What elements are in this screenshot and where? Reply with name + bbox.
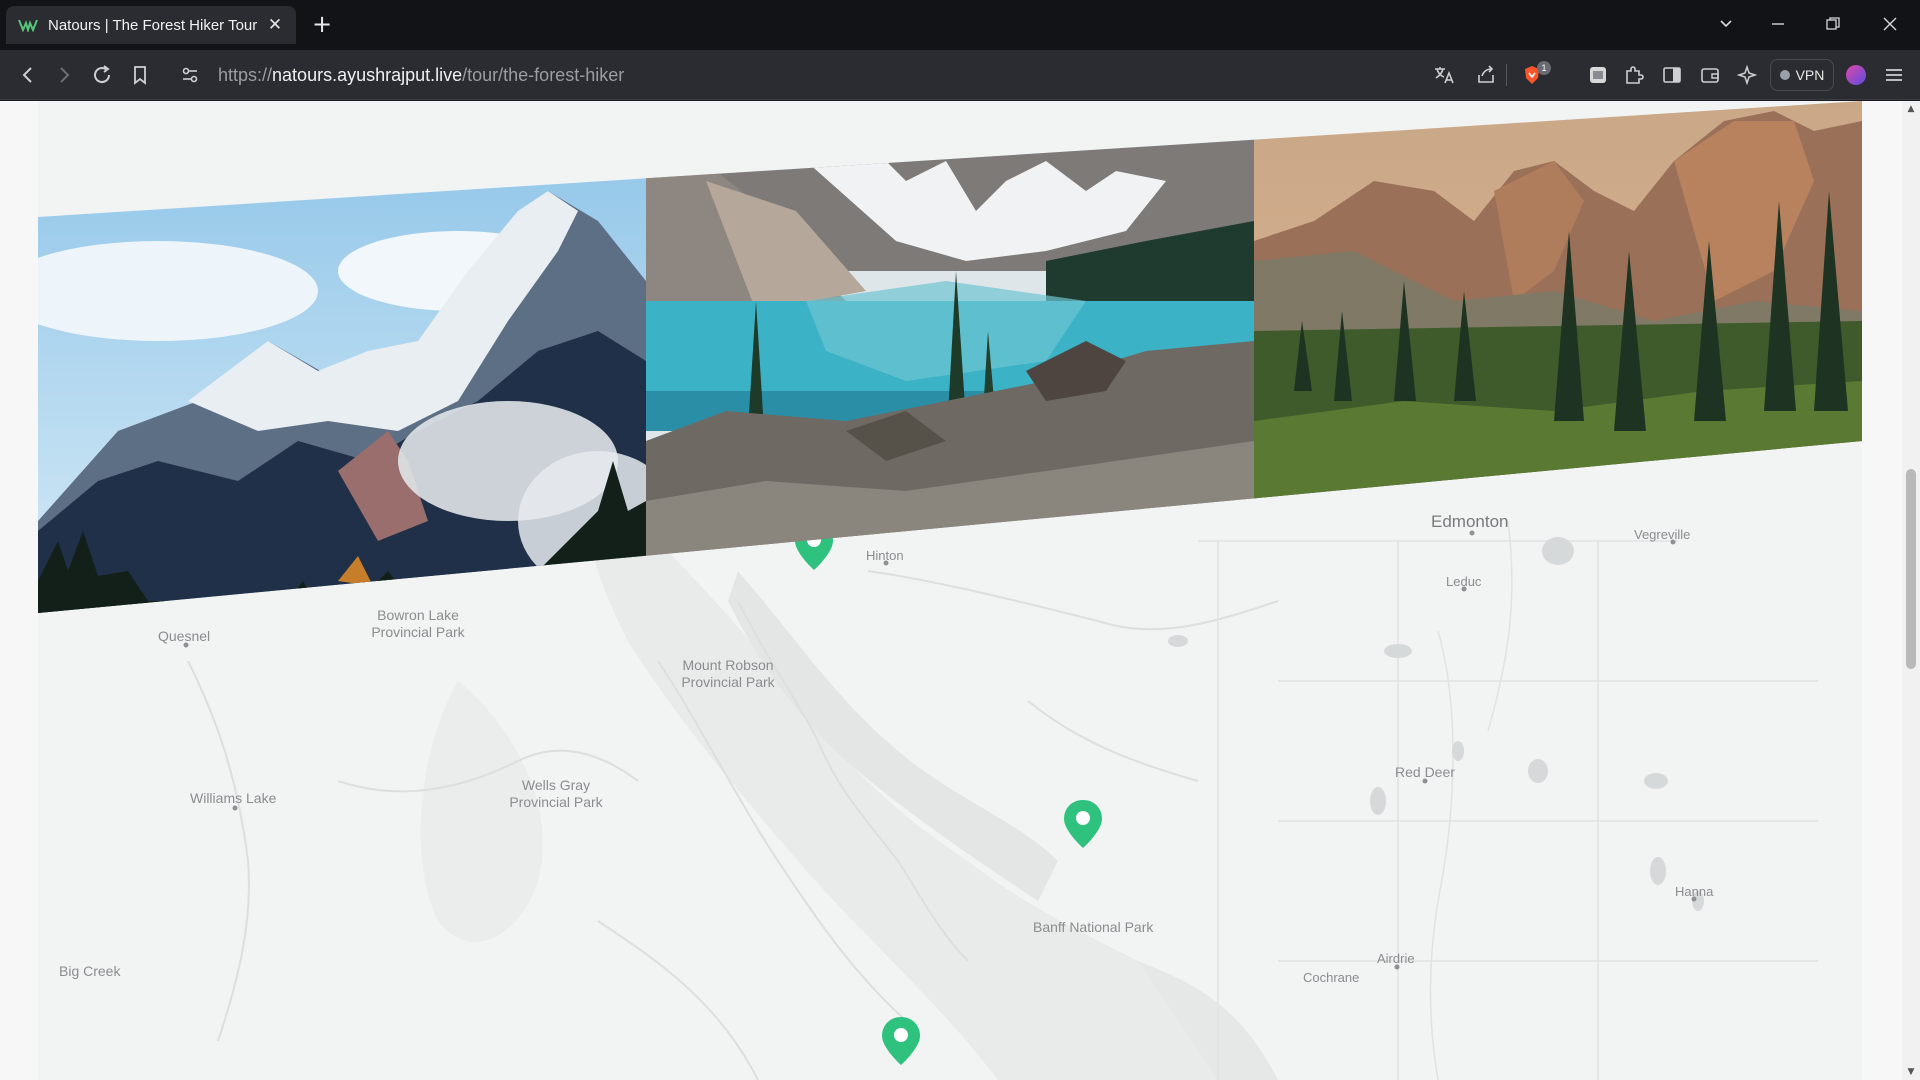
site-settings-icon[interactable] xyxy=(180,65,200,85)
url-scheme: https:// xyxy=(218,64,273,85)
bookmark-icon[interactable] xyxy=(128,63,152,87)
map-label-edmonton: Edmonton xyxy=(1431,512,1509,531)
page-scrollbar[interactable]: ▲ ▼ xyxy=(1902,101,1920,1080)
leo-ai-icon[interactable] xyxy=(1735,63,1759,87)
back-icon[interactable] xyxy=(16,63,40,87)
menu-icon[interactable] xyxy=(1882,63,1906,87)
url-text: https://natours.ayushrajput.live/tour/th… xyxy=(218,65,624,86)
address-bar[interactable]: https://natours.ayushrajput.live/tour/th… xyxy=(172,58,1562,92)
map-label-airdrie: Airdrie xyxy=(1377,951,1415,966)
reload-icon[interactable] xyxy=(90,63,114,87)
map-label-williams-lake: Williams Lake xyxy=(190,790,277,806)
url-domain: natours.ayushrajput.live xyxy=(272,64,463,85)
profile-avatar-icon[interactable] xyxy=(1844,63,1868,87)
page-content: Edmonton Vegreville Hinton Leduc Quesnel… xyxy=(0,101,1920,1080)
restore-icon[interactable] xyxy=(1825,16,1841,32)
tab-list-chevron-icon[interactable] xyxy=(1718,16,1734,32)
extensions-puzzle-icon[interactable] xyxy=(1622,63,1646,87)
sidebar-toggle-icon[interactable] xyxy=(1660,63,1684,87)
url-path: /tour/the-forest-hiker xyxy=(462,64,625,85)
scroll-down-icon[interactable]: ▼ xyxy=(1906,1067,1916,1077)
browser-tab-active[interactable]: Natours | The Forest Hiker Tour ✕ xyxy=(6,6,296,44)
map-label-mount-robson: Mount Robson Provincial Park xyxy=(681,657,775,690)
wallet-icon[interactable] xyxy=(1698,63,1722,87)
translate-icon[interactable] xyxy=(1432,63,1456,87)
toolbar-divider xyxy=(1506,64,1507,86)
vpn-status-icon xyxy=(1779,70,1790,80)
map-label-vegreville: Vegreville xyxy=(1634,527,1691,542)
map-label-wells-gray: Wells Gray Provincial Park xyxy=(509,777,603,810)
map-label-hanna: Hanna xyxy=(1675,884,1714,899)
shield-count-badge: 1 xyxy=(1537,61,1551,75)
close-window-icon[interactable] xyxy=(1882,16,1898,32)
map-label-quesnel: Quesnel xyxy=(158,628,211,644)
share-icon[interactable] xyxy=(1474,63,1498,87)
new-tab-button[interactable]: + xyxy=(312,12,332,36)
map-label-cochrane: Cochrane xyxy=(1303,970,1360,985)
map-label-bowron-lake: Bowron Lake Provincial Park xyxy=(371,607,465,640)
tab-close-icon[interactable]: ✕ xyxy=(266,15,284,35)
natours-logo-icon xyxy=(18,19,38,32)
minimize-icon[interactable] xyxy=(1770,16,1786,32)
forward-icon[interactable] xyxy=(52,63,76,87)
map-label-leduc: Leduc xyxy=(1446,574,1482,589)
vpn-button[interactable]: VPN xyxy=(1770,59,1834,91)
scroll-up-icon[interactable]: ▲ xyxy=(1906,104,1916,114)
map-pin-marker[interactable] xyxy=(1062,798,1104,850)
scrollbar-thumb[interactable] xyxy=(1906,469,1916,669)
map-label-big-creek: Big Creek xyxy=(59,963,121,979)
map-label-hinton: Hinton xyxy=(866,548,904,563)
map-pin-marker[interactable] xyxy=(880,1015,922,1067)
tab-title: Natours | The Forest Hiker Tour xyxy=(48,16,258,34)
browser-tabbar: Natours | The Forest Hiker Tour ✕ + xyxy=(0,0,1920,50)
map-label-red-deer: Red Deer xyxy=(1395,764,1455,780)
vpn-label: VPN xyxy=(1795,67,1825,83)
extension-app-icon[interactable] xyxy=(1586,63,1610,87)
map-label-banff: Banff National Park xyxy=(1033,919,1154,935)
browser-toolbar: https://natours.ayushrajput.live/tour/th… xyxy=(0,50,1920,100)
